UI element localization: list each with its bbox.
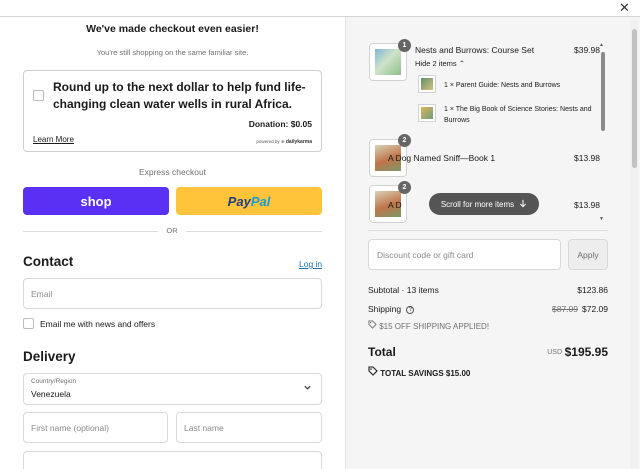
discount-code-field[interactable] <box>368 239 561 270</box>
hide-items-label: Hide 2 items <box>415 59 457 68</box>
info-icon[interactable]: ? <box>406 305 415 314</box>
quantity-badge: 2 <box>398 181 411 194</box>
subtotal-value: $123.86 <box>577 285 608 295</box>
total-row: Total USD $195.95 <box>368 345 608 359</box>
shipping-label: Shipping <box>368 304 402 314</box>
apply-discount-button[interactable]: Apply <box>568 239 608 270</box>
sub-item-thumbnail <box>418 104 436 122</box>
country-value: Venezuela <box>31 389 71 399</box>
news-checkbox[interactable] <box>23 318 34 329</box>
promo-text: $15 OFF SHIPPING APPLIED! <box>379 322 490 331</box>
subtotal-label: Subtotal · 13 items <box>368 285 439 295</box>
top-bar: ✕ <box>0 0 640 17</box>
scroll-more-button[interactable]: Scroll for more items <box>429 193 539 215</box>
hide-items-toggle[interactable]: Hide 2 items ⌃ <box>415 59 465 68</box>
cart-scrollbar-thumb[interactable] <box>601 52 605 131</box>
country-select[interactable]: Country/Region Venezuela <box>23 373 322 405</box>
donation-amount: Donation: $0.05 <box>248 119 312 129</box>
first-name-field[interactable] <box>23 412 168 443</box>
tag-icon <box>368 366 380 378</box>
chevron-down-icon <box>303 383 312 394</box>
chevron-up-icon: ⌃ <box>458 59 466 68</box>
roundup-checkbox[interactable] <box>33 90 44 101</box>
scroll-up-arrow-icon[interactable]: ▲ <box>599 42 604 48</box>
cart-item-price: $39.98 <box>574 45 600 55</box>
shipping-new-price: $72.09 <box>582 304 608 314</box>
login-link[interactable]: Log in <box>299 259 322 269</box>
express-checkout-label: Express checkout <box>138 167 207 177</box>
or-label: OR <box>158 226 186 235</box>
arrow-down-icon <box>519 199 527 210</box>
roundup-donation-card: Round up to the next dollar to help fund… <box>23 70 322 152</box>
roundup-text: Round up to the next dollar to help fund… <box>53 80 306 111</box>
next-field[interactable] <box>23 451 322 469</box>
sub-item-name: 1 × Parent Guide: Nests and Burrows <box>444 82 561 89</box>
cart-item-name: A D <box>388 200 402 210</box>
shop-pay-button[interactable]: shop <box>23 187 169 215</box>
sub-item-name: 1 × The Big Book of Science Stories: Nes… <box>444 106 592 124</box>
close-icon[interactable]: ✕ <box>619 1 630 15</box>
shipping-value: $87.09 $72.09 <box>552 304 608 314</box>
quantity-badge: 1 <box>398 39 411 52</box>
shipping-row: Shipping ? $87.09 $72.09 <box>368 304 608 314</box>
powered-by-text: powered by <box>256 139 280 144</box>
paypal-pay-label: Pay <box>227 193 251 209</box>
cart-item-price: $13.98 <box>574 153 600 163</box>
scroll-down-arrow-icon[interactable]: ▼ <box>599 216 604 222</box>
contact-heading: Contact <box>23 254 74 269</box>
tag-icon <box>368 320 379 331</box>
checkout-subheading: You're still shopping on the same famili… <box>96 48 249 57</box>
cart-item-price: $13.98 <box>574 200 600 210</box>
powered-by-label: powered by ⊛ dailykarma <box>256 139 312 145</box>
checkout-heading: We've made checkout even easier! <box>86 23 259 35</box>
savings-text: TOTAL SAVINGS $15.00 <box>380 369 471 378</box>
shop-label: shop <box>80 193 112 209</box>
cart-item-name: A Dog Named Sniff—Book 1 <box>388 153 496 163</box>
subtotal-row: Subtotal · 13 items $123.86 <box>368 285 608 295</box>
page-scrollbar-thumb[interactable] <box>632 29 637 168</box>
quantity-badge: 2 <box>398 134 411 147</box>
news-checkbox-label: Email me with news and offers <box>40 319 156 329</box>
delivery-heading: Delivery <box>23 349 76 364</box>
paypal-pal-label: Pal <box>250 193 271 209</box>
currency-code: USD <box>547 349 562 356</box>
last-name-field[interactable] <box>176 412 322 443</box>
shipping-promo: $15 OFF SHIPPING APPLIED! <box>368 320 489 331</box>
sub-item-thumbnail <box>418 75 436 93</box>
total-savings: TOTAL SAVINGS $15.00 <box>368 366 470 378</box>
country-label: Country/Region <box>31 378 77 385</box>
total-value: $195.95 <box>564 345 608 359</box>
paypal-button[interactable]: Pay Pal <box>176 187 322 215</box>
scroll-more-label: Scroll for more items <box>440 199 515 209</box>
email-field[interactable] <box>23 278 322 309</box>
total-label: Total <box>368 345 396 359</box>
learn-more-link[interactable]: Learn More <box>33 135 74 144</box>
cart-item-name: Nests and Burrows: Course Set <box>415 45 535 55</box>
cart-divider <box>368 230 608 231</box>
dailykarma-logo: dailykarma <box>285 139 312 145</box>
shipping-old-price: $87.09 <box>552 304 578 314</box>
